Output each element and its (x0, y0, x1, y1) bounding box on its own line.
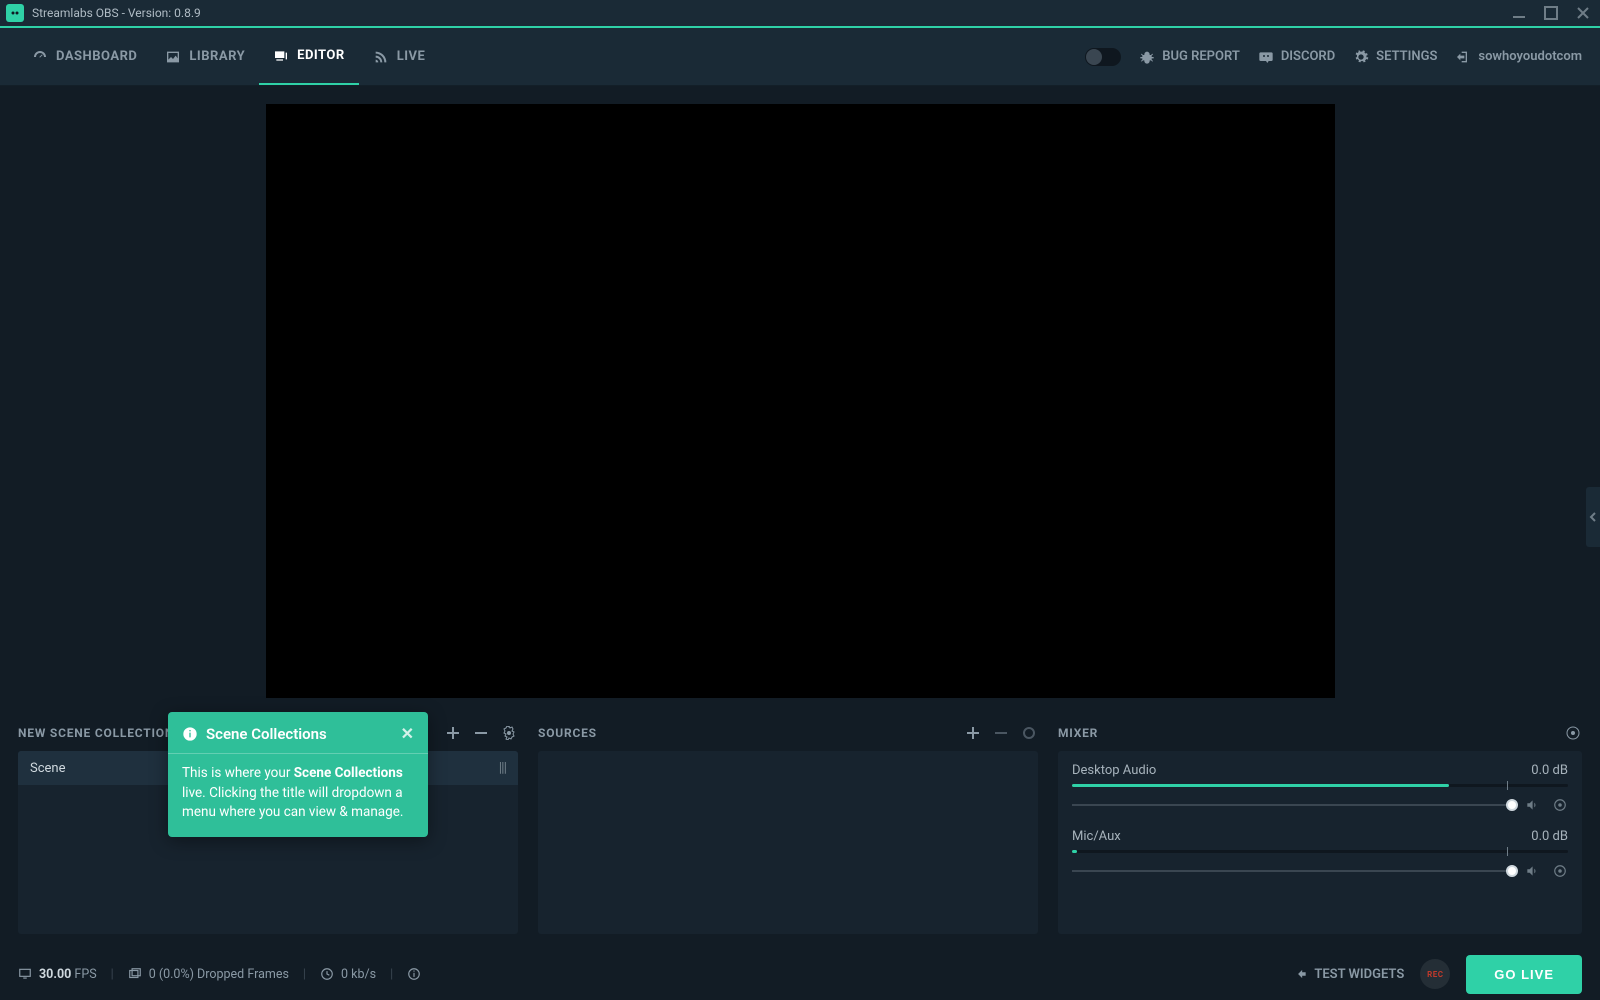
close-button[interactable] (1572, 4, 1594, 22)
side-panel-toggle[interactable] (1586, 487, 1600, 547)
fps-status: 30.00 FPS (18, 967, 97, 982)
bitrate-label: 0 kb/s (341, 967, 376, 982)
discord-label: DISCORD (1281, 49, 1335, 64)
scenes-panel-title[interactable]: NEW SCENE COLLECTION (18, 726, 174, 740)
audio-meter (1072, 784, 1568, 787)
night-mode-toggle[interactable] (1085, 48, 1121, 66)
record-label: REC (1427, 970, 1443, 979)
mixer-body: Desktop Audio 0.0 dB Mic/Aux 0.0 dB (1058, 751, 1582, 934)
minimize-button[interactable] (1508, 4, 1530, 22)
mixer-panel: MIXER Desktop Audio 0.0 dB (1058, 723, 1582, 934)
remove-scene-button[interactable] (472, 724, 490, 742)
info-icon (407, 967, 421, 981)
monitor-icon (18, 967, 32, 981)
maximize-button[interactable] (1540, 4, 1562, 22)
fps-label: FPS (74, 967, 96, 982)
drag-handle-icon[interactable]: ||| (499, 760, 506, 776)
titlebar: Streamlabs OBS - Version: 0.8.9 (0, 0, 1600, 28)
nav-live-label: LIVE (397, 49, 426, 64)
rss-icon (373, 49, 389, 65)
test-widgets-button[interactable]: TEST WIDGETS (1294, 967, 1404, 982)
sources-panel-title: SOURCES (538, 726, 597, 740)
dropped-frames-label: 0 (0.0%) Dropped Frames (149, 967, 289, 982)
mixer-channel-name: Desktop Audio (1072, 763, 1156, 778)
arrow-left-icon (1294, 967, 1308, 981)
mute-button[interactable] (1524, 797, 1540, 813)
settings-button[interactable]: SETTINGS (1353, 49, 1437, 65)
info-icon (182, 726, 198, 742)
image-icon (165, 49, 181, 65)
mixer-channel-db: 0.0 dB (1531, 763, 1568, 778)
sources-panel: SOURCES (538, 723, 1038, 934)
status-bar: 30.00 FPS | 0 (0.0%) Dropped Frames | 0 … (0, 948, 1600, 1000)
dashboard-icon (32, 49, 48, 65)
tooltip-close-button[interactable]: ✕ (401, 724, 414, 743)
mixer-channel: Mic/Aux 0.0 dB (1058, 817, 1582, 883)
scene-settings-button[interactable] (500, 724, 518, 742)
nav-library-label: LIBRARY (189, 49, 245, 64)
tooltip-title: Scene Collections (206, 725, 327, 743)
gear-icon (1353, 49, 1369, 65)
source-settings-button[interactable] (1020, 724, 1038, 742)
dropped-frames-status: 0 (0.0%) Dropped Frames (128, 967, 289, 982)
mixer-channel-name: Mic/Aux (1072, 829, 1121, 844)
top-nav: DASHBOARD LIBRARY EDITOR LIVE BUG REPORT… (0, 28, 1600, 86)
discord-button[interactable]: DISCORD (1258, 49, 1335, 65)
editor-icon (273, 48, 289, 64)
volume-slider[interactable] (1072, 870, 1512, 872)
record-button[interactable]: REC (1420, 959, 1450, 989)
channel-settings-button[interactable] (1552, 863, 1568, 879)
go-live-button[interactable]: GO LIVE (1466, 955, 1582, 994)
nav-dashboard-label: DASHBOARD (56, 49, 137, 64)
onboarding-tooltip: Scene Collections ✕ This is where your S… (168, 712, 428, 837)
add-scene-button[interactable] (444, 724, 462, 742)
nav-library[interactable]: LIBRARY (151, 28, 259, 85)
discord-icon (1258, 49, 1274, 65)
logout-icon (1455, 49, 1471, 65)
mixer-panel-title: MIXER (1058, 726, 1098, 740)
bitrate-icon (320, 967, 334, 981)
username-label: sowhoyoudotcom (1478, 49, 1582, 64)
audio-meter (1072, 850, 1568, 853)
preview-canvas[interactable] (266, 104, 1335, 698)
frames-icon (128, 967, 142, 981)
volume-slider[interactable] (1072, 804, 1512, 806)
user-account[interactable]: sowhoyoudotcom (1455, 49, 1582, 65)
mixer-channel-db: 0.0 dB (1531, 829, 1568, 844)
nav-editor[interactable]: EDITOR (259, 28, 359, 85)
nav-dashboard[interactable]: DASHBOARD (18, 28, 151, 85)
mixer-channel: Desktop Audio 0.0 dB (1058, 751, 1582, 817)
test-widgets-label: TEST WIDGETS (1314, 967, 1404, 982)
settings-label: SETTINGS (1376, 49, 1437, 64)
info-button[interactable] (407, 967, 421, 981)
go-live-label: GO LIVE (1494, 967, 1554, 982)
add-source-button[interactable] (964, 724, 982, 742)
scene-item-label: Scene (30, 761, 66, 776)
nav-editor-label: EDITOR (297, 48, 345, 63)
tooltip-body: This is where your Scene Collections liv… (168, 754, 428, 837)
bug-report-label: BUG REPORT (1162, 49, 1240, 64)
bitrate-status: 0 kb/s (320, 967, 376, 982)
bug-report-button[interactable]: BUG REPORT (1139, 49, 1240, 65)
app-icon (6, 4, 24, 22)
mixer-settings-button[interactable] (1564, 724, 1582, 742)
remove-source-button[interactable] (992, 724, 1010, 742)
nav-live[interactable]: LIVE (359, 28, 440, 85)
fps-value: 30.00 (39, 967, 71, 982)
bug-icon (1139, 49, 1155, 65)
sources-list (538, 751, 1038, 934)
app-title: Streamlabs OBS - Version: 0.8.9 (32, 6, 201, 20)
channel-settings-button[interactable] (1552, 797, 1568, 813)
mute-button[interactable] (1524, 863, 1540, 879)
